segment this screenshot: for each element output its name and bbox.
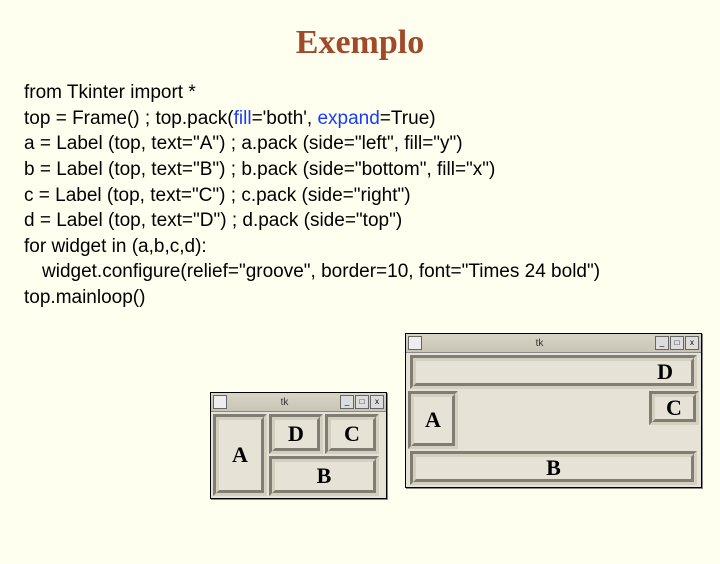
label-d: D <box>410 355 697 389</box>
label-a: A <box>408 391 458 449</box>
code-text: =True) <box>380 108 436 129</box>
code-keyword: fill <box>234 108 252 129</box>
label-b: B <box>410 451 697 485</box>
sysmenu-icon[interactable] <box>213 395 227 409</box>
code-text: widget.configure(relief="groove", border… <box>42 261 600 282</box>
code-keyword: expand <box>317 108 379 129</box>
window-title: tk <box>424 338 655 349</box>
screenshot-windows: tk _ □ x A D C B tk _ □ <box>180 364 710 554</box>
maximize-button[interactable]: □ <box>355 395 369 409</box>
tk-window-big: tk _ □ x D A C B <box>405 333 702 488</box>
code-text: top = Frame() ; top.pack( <box>24 108 234 129</box>
close-button[interactable]: x <box>370 395 384 409</box>
code-line: b = Label (top, text="B") ; b.pack (side… <box>24 157 720 183</box>
titlebar[interactable]: tk _ □ x <box>211 393 386 412</box>
code-block: from Tkinter import * top = Frame() ; to… <box>24 80 720 311</box>
sysmenu-icon[interactable] <box>408 336 422 350</box>
titlebar[interactable]: tk _ □ x <box>406 334 701 353</box>
tk-window-small: tk _ □ x A D C B <box>210 392 387 499</box>
code-text: ='both', <box>252 108 318 129</box>
code-line: from Tkinter import * <box>24 80 720 106</box>
maximize-button[interactable]: □ <box>670 336 684 350</box>
spacer <box>460 391 647 449</box>
code-line: widget.configure(relief="groove", border… <box>24 259 720 285</box>
close-button[interactable]: x <box>685 336 699 350</box>
code-line: c = Label (top, text="C") ; c.pack (side… <box>24 183 720 209</box>
code-line: top = Frame() ; top.pack(fill='both', ex… <box>24 106 720 132</box>
page-title: Exemplo <box>0 24 720 62</box>
label-a: A <box>213 414 267 496</box>
minimize-button[interactable]: _ <box>340 395 354 409</box>
code-line: a = Label (top, text="A") ; a.pack (side… <box>24 131 720 157</box>
code-line: d = Label (top, text="D") ; d.pack (side… <box>24 208 720 234</box>
label-d: D <box>269 414 323 454</box>
label-c: C <box>325 414 379 454</box>
code-line: for widget in (a,b,c,d): <box>24 234 720 260</box>
code-line: top.mainloop() <box>24 285 720 311</box>
minimize-button[interactable]: _ <box>655 336 669 350</box>
label-c: C <box>649 391 699 425</box>
window-title: tk <box>229 397 340 408</box>
label-b: B <box>269 456 379 496</box>
